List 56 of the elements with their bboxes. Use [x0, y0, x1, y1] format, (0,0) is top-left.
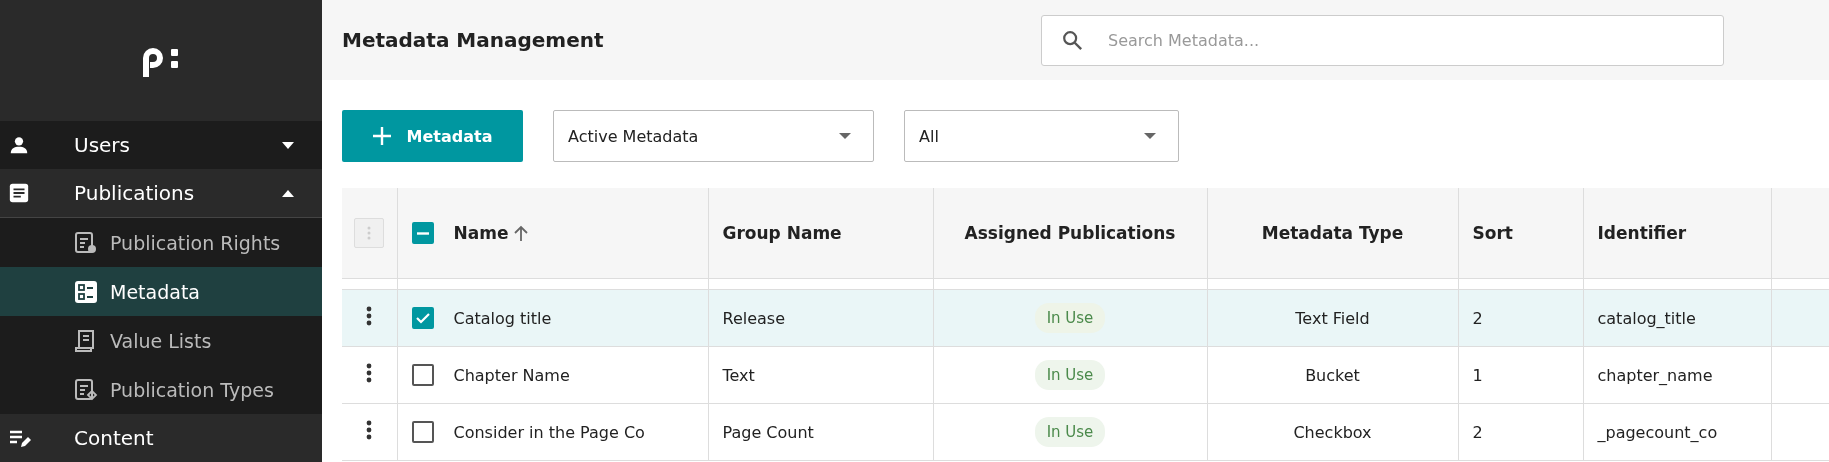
column-header[interactable]: Metadata Type [1261, 223, 1404, 243]
table-cell: Text [722, 365, 755, 385]
status-badge: In Use [1034, 417, 1106, 447]
table-cell: 2 [1472, 422, 1483, 442]
table-cell: Consider in the Page Co [453, 422, 645, 442]
nav-subitem[interactable]: Metadata [0, 267, 322, 316]
table-cell: Bucket [1305, 365, 1360, 385]
status-badge: In Use [1034, 360, 1106, 390]
caret-icon [282, 189, 294, 197]
column-header[interactable]: Group Name [722, 223, 842, 243]
sort-arrow-icon [514, 225, 529, 241]
page-title: Metadata Management [342, 28, 605, 52]
nav-subitem[interactable]: Publication Rights [0, 218, 322, 267]
row-checkbox[interactable] [411, 364, 434, 386]
filter-dropdown[interactable]: Active Metadata [553, 110, 874, 162]
table-cell: chapter_name [1597, 365, 1713, 385]
select-all-checkbox[interactable] [411, 222, 434, 244]
kebab-icon[interactable] [366, 306, 373, 326]
table-cell: _pagecount_co [1597, 422, 1718, 442]
document-gear-icon [74, 230, 98, 255]
nav-item[interactable]: Users [0, 121, 322, 169]
table-cell: Page Count [722, 422, 814, 442]
document-icon [8, 182, 30, 204]
table-cell: 2 [1472, 308, 1483, 328]
row-checkbox[interactable] [411, 421, 434, 443]
add-metadata-button[interactable]: Metadata [342, 110, 523, 162]
table-cell: Catalog title [453, 308, 552, 328]
table-cell: 1 [1472, 365, 1483, 385]
table-cell: Text Field [1295, 308, 1370, 328]
dropdown-caret-icon [839, 133, 851, 139]
table-cell: catalog_title [1597, 308, 1696, 328]
table-cell: Release [722, 308, 785, 328]
column-header[interactable]: Assigned Publications [964, 223, 1176, 243]
row-checkbox[interactable] [411, 307, 434, 329]
status-badge: In Use [1034, 303, 1106, 333]
column-header[interactable]: Sort [1472, 223, 1513, 243]
column-header[interactable]: Identifier [1597, 223, 1687, 243]
nav-subitem[interactable]: Value Lists [0, 316, 322, 365]
document-tag-icon [74, 377, 98, 402]
dropdown-caret-icon [1144, 133, 1156, 139]
list-icon [74, 279, 98, 304]
column-header[interactable]: Name [453, 223, 529, 243]
plus-icon [372, 127, 391, 145]
person-icon [8, 134, 30, 156]
kebab-icon[interactable] [366, 363, 373, 383]
search-icon [1061, 28, 1083, 51]
kebab-icon[interactable] [366, 420, 373, 440]
caret-icon [282, 141, 294, 149]
table-cell: Checkbox [1293, 422, 1372, 442]
nav-subitem[interactable]: Publication Types [0, 365, 322, 414]
search-field[interactable]: Search Metadata... [1041, 14, 1724, 66]
checkmark-icon [415, 312, 430, 324]
table-cell: Chapter Name [453, 365, 570, 385]
filter-dropdown[interactable]: All [904, 110, 1179, 162]
minus-icon [416, 231, 429, 235]
kebab-icon [367, 226, 372, 240]
